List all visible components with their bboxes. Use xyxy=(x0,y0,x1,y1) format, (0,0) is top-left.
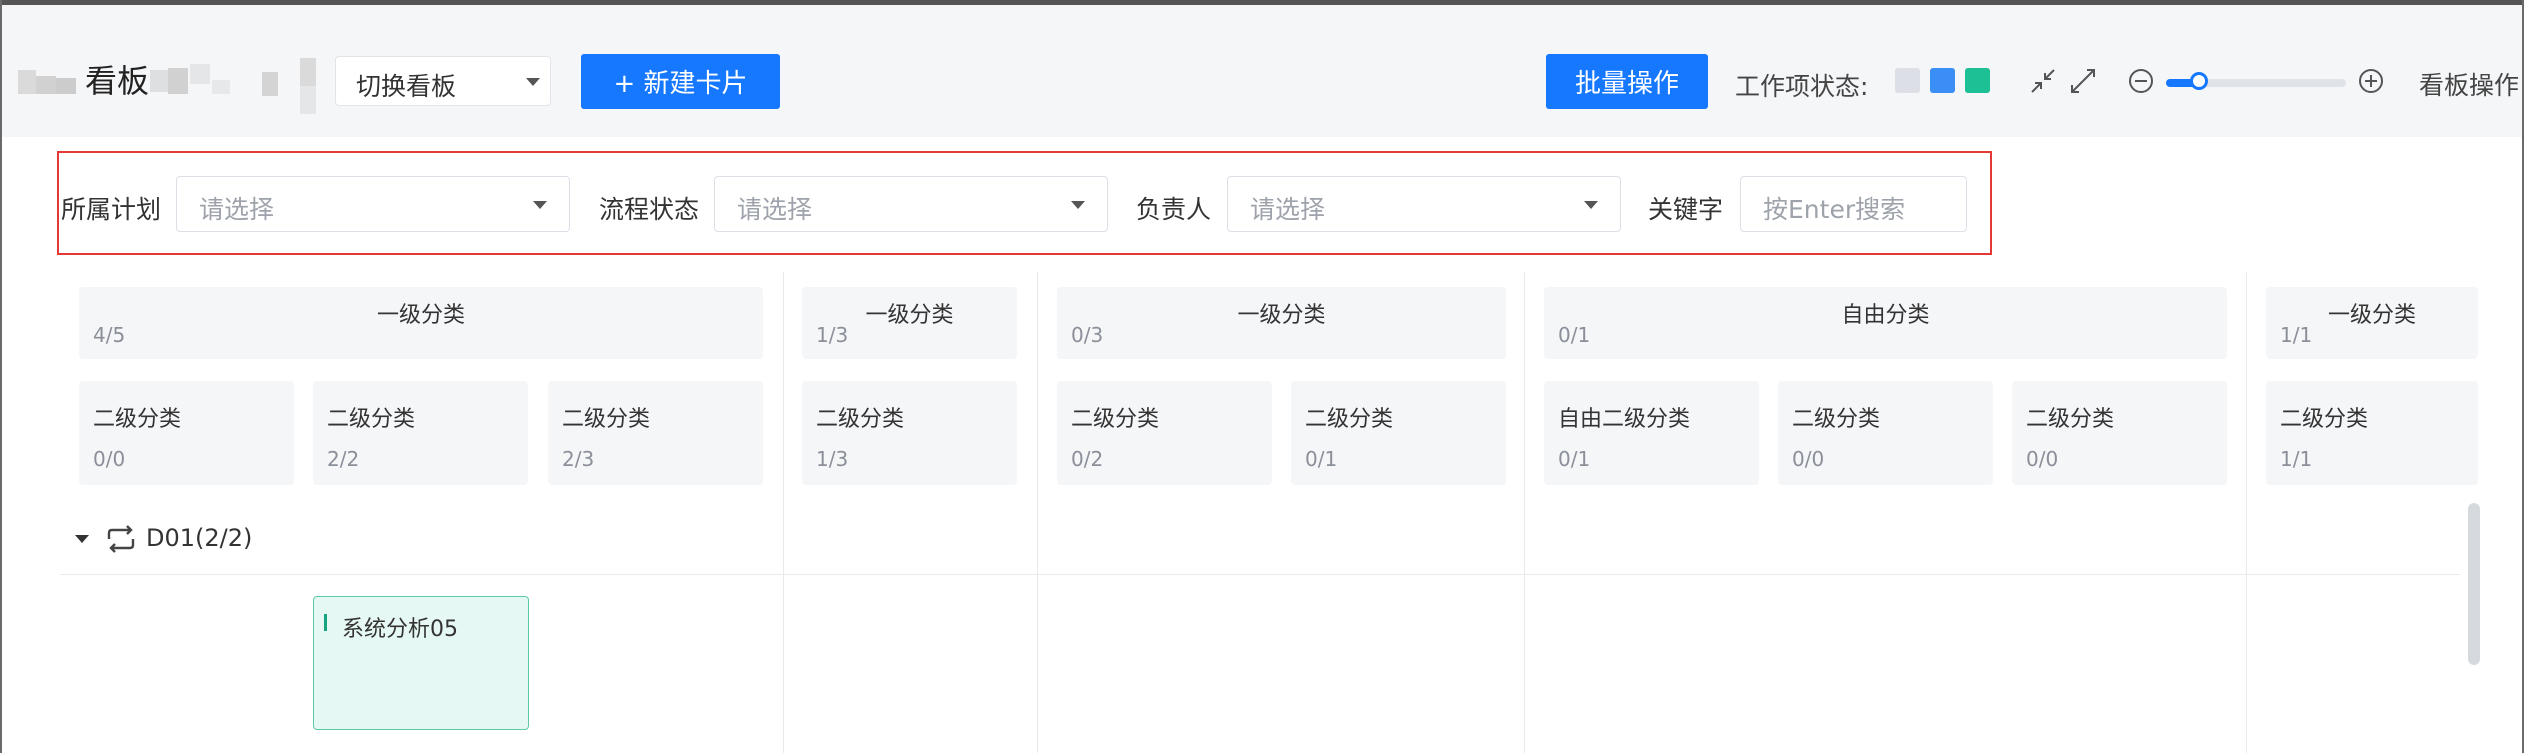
group-count: 4/5 xyxy=(93,323,126,347)
zoom-out-icon[interactable] xyxy=(2128,68,2154,94)
group-count: 0/3 xyxy=(1071,323,1104,347)
status-green-toggle[interactable] xyxy=(1965,68,1990,93)
sub-column-count: 0/1 xyxy=(1305,447,1338,471)
chevron-down-icon xyxy=(526,78,540,86)
swimlane-collapse-icon[interactable] xyxy=(75,535,89,543)
sub-column-count: 2/2 xyxy=(327,447,360,471)
sub-column-title: 二级分类 xyxy=(1305,407,1394,432)
sub-column-header: 二级分类 0/2 xyxy=(1057,381,1272,485)
group-header: 一级分类 1/3 xyxy=(802,287,1017,359)
repeat-icon xyxy=(106,525,136,553)
chevron-down-icon xyxy=(533,201,547,209)
sub-column-title: 二级分类 xyxy=(2026,407,2115,432)
group-header: 自由分类 0/1 xyxy=(1544,287,2227,359)
sub-column-count: 0/0 xyxy=(1792,447,1825,471)
switch-board-select[interactable]: 切换看板 xyxy=(335,56,551,106)
group-count: 0/1 xyxy=(1558,323,1591,347)
sub-column-header: 二级分类 0/0 xyxy=(79,381,294,485)
sub-column-count: 0/2 xyxy=(1071,447,1104,471)
group-header: 一级分类 4/5 xyxy=(79,287,763,359)
blurred-project-name xyxy=(18,70,78,94)
new-card-button[interactable]: + 新建卡片 xyxy=(581,54,780,109)
column-divider xyxy=(2246,272,2247,753)
sub-column-header: 二级分类 2/2 xyxy=(313,381,528,485)
sub-column-count: 2/3 xyxy=(562,447,595,471)
sub-column-count: 1/1 xyxy=(2280,447,2313,471)
group-count: 1/3 xyxy=(816,323,849,347)
plan-filter-placeholder: 请选择 xyxy=(199,195,275,224)
vertical-scrollbar[interactable] xyxy=(2468,503,2480,665)
keyword-search-input[interactable]: 按Enter搜索 xyxy=(1740,176,1967,232)
sub-column-header: 二级分类 2/3 xyxy=(548,381,763,485)
board-operations-link[interactable]: 看板操作 xyxy=(2419,66,2519,102)
switch-board-label: 切换看板 xyxy=(356,72,457,101)
plan-filter-label: 所属计划 xyxy=(61,195,162,224)
sub-column-title: 二级分类 xyxy=(2280,407,2369,432)
zoom-in-icon[interactable] xyxy=(2358,68,2384,94)
board-title: 看板 xyxy=(85,62,150,100)
keyword-filter-label: 关键字 xyxy=(1648,195,1724,224)
sub-column-header: 二级分类 0/0 xyxy=(1778,381,1993,485)
group-title: 一级分类 xyxy=(376,303,465,328)
sub-column-title: 二级分类 xyxy=(1071,407,1160,432)
blurred-board-name xyxy=(150,58,320,114)
column-divider xyxy=(1524,272,1525,753)
chevron-down-icon xyxy=(1584,201,1598,209)
sub-column-count: 1/3 xyxy=(816,447,849,471)
group-header: 一级分类 1/1 xyxy=(2266,287,2478,359)
work-item-card[interactable]: 系统分析05 xyxy=(313,596,529,730)
sub-column-title: 二级分类 xyxy=(327,407,416,432)
chevron-down-icon xyxy=(1071,201,1085,209)
sub-column-count: 0/0 xyxy=(93,447,126,471)
flow-status-filter-placeholder: 请选择 xyxy=(737,195,813,224)
status-blue-toggle[interactable] xyxy=(1930,68,1955,93)
group-title: 自由分类 xyxy=(1841,303,1930,328)
status-gray-toggle[interactable] xyxy=(1895,68,1920,93)
group-count: 1/1 xyxy=(2280,323,2313,347)
flow-status-filter-label: 流程状态 xyxy=(599,195,700,224)
sub-column-count: 0/1 xyxy=(1558,447,1591,471)
swimlane-label[interactable]: D01(2/2) xyxy=(146,524,252,552)
sub-column-header: 二级分类 0/1 xyxy=(1291,381,1506,485)
sub-column-title: 自由二级分类 xyxy=(1558,407,1691,432)
sub-column-header: 二级分类 0/0 xyxy=(2012,381,2227,485)
sub-column-header: 自由二级分类 0/1 xyxy=(1544,381,1759,485)
plan-filter-select[interactable]: 请选择 xyxy=(176,176,570,232)
swimlane-divider xyxy=(60,574,2460,575)
keyword-search-placeholder: 按Enter搜索 xyxy=(1763,195,1906,224)
collapse-icon[interactable] xyxy=(2030,68,2056,94)
sub-column-title: 二级分类 xyxy=(1792,407,1881,432)
flow-status-filter-select[interactable]: 请选择 xyxy=(714,176,1108,232)
owner-filter-placeholder: 请选择 xyxy=(1250,195,1326,224)
sub-column-header: 二级分类 1/3 xyxy=(802,381,1017,485)
owner-filter-label: 负责人 xyxy=(1136,195,1212,224)
work-status-label: 工作项状态: xyxy=(1735,72,1869,101)
column-divider xyxy=(1037,272,1038,753)
card-status-bar xyxy=(324,614,327,631)
batch-operation-button[interactable]: 批量操作 xyxy=(1546,54,1708,109)
column-divider xyxy=(783,272,784,753)
group-title: 一级分类 xyxy=(1237,303,1326,328)
sub-column-header: 二级分类 1/1 xyxy=(2266,381,2478,485)
group-header: 一级分类 0/3 xyxy=(1057,287,1506,359)
zoom-slider-thumb[interactable] xyxy=(2190,72,2208,90)
sub-column-count: 0/0 xyxy=(2026,447,2059,471)
card-title: 系统分析05 xyxy=(342,617,458,642)
sub-column-title: 二级分类 xyxy=(816,407,905,432)
sub-column-title: 二级分类 xyxy=(562,407,651,432)
sub-column-title: 二级分类 xyxy=(93,407,182,432)
expand-icon[interactable] xyxy=(2070,68,2096,94)
owner-filter-select[interactable]: 请选择 xyxy=(1227,176,1621,232)
